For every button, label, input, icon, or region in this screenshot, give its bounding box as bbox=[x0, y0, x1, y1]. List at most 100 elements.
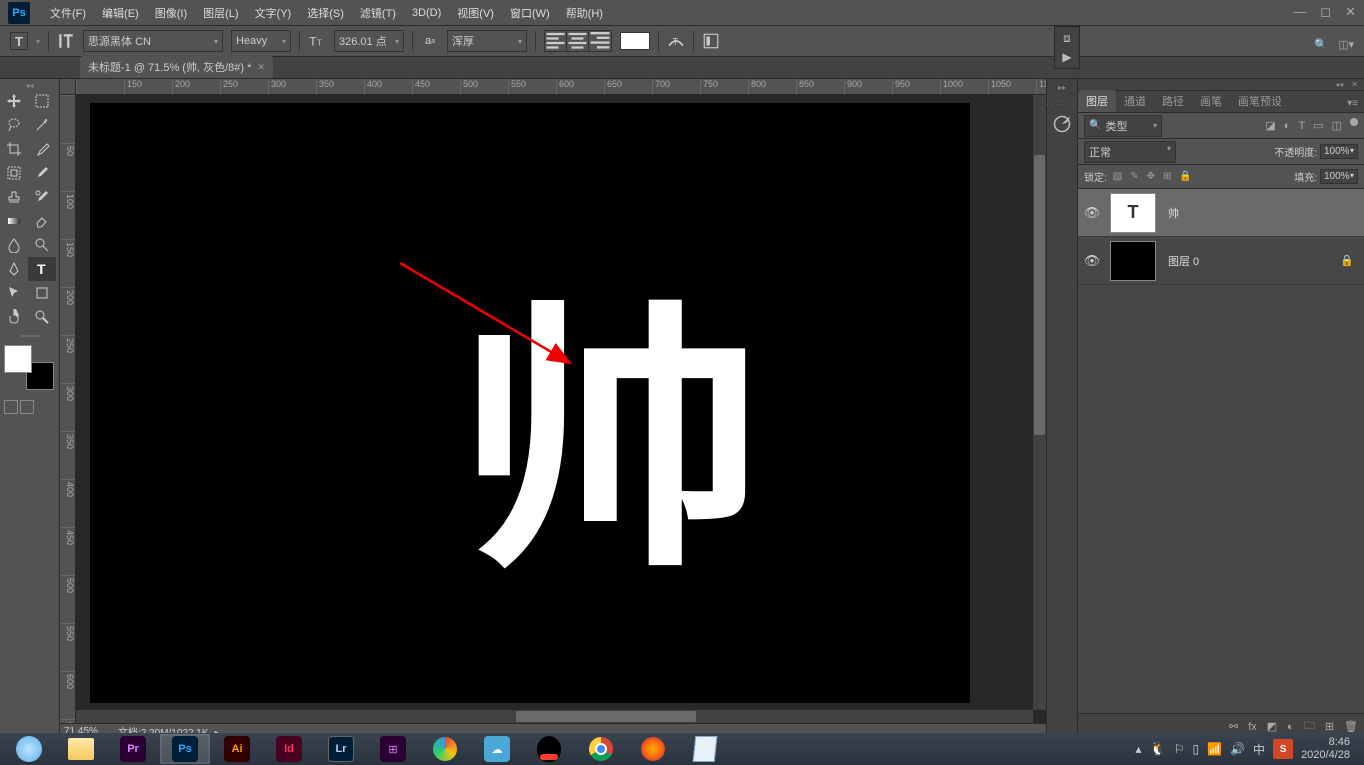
taskbar-chrome-icon[interactable] bbox=[576, 734, 626, 764]
blur-tool[interactable] bbox=[0, 233, 28, 257]
history-icon[interactable]: ⧈ bbox=[1059, 30, 1075, 46]
filter-pixel-icon[interactable]: ◪ bbox=[1265, 119, 1275, 132]
filter-smart-icon[interactable]: ◫ bbox=[1332, 119, 1342, 132]
tab-layers[interactable]: 图层 bbox=[1078, 90, 1116, 112]
delete-layer-icon[interactable]: 🗑 bbox=[1344, 720, 1358, 733]
taskbar-indesign-icon[interactable]: Id bbox=[264, 734, 314, 764]
search-icon[interactable]: 🔍 bbox=[1314, 38, 1328, 51]
menu-layer[interactable]: 图层(L) bbox=[197, 2, 244, 24]
move-tool[interactable] bbox=[0, 89, 28, 113]
tool-preset-icon[interactable]: T bbox=[10, 32, 28, 50]
text-orientation-icon[interactable] bbox=[57, 32, 75, 50]
layer-mask-icon[interactable]: ◩ bbox=[1267, 720, 1277, 733]
horizontal-ruler[interactable]: 1502002503003504004505005506006507007508… bbox=[76, 79, 1046, 95]
tab-channels[interactable]: 通道 bbox=[1116, 90, 1154, 112]
tab-brushes[interactable]: 画笔 bbox=[1192, 90, 1230, 112]
align-right-button[interactable] bbox=[589, 31, 611, 51]
menu-view[interactable]: 视图(V) bbox=[451, 2, 500, 24]
tray-sogou-icon[interactable]: S bbox=[1273, 739, 1293, 759]
menu-filter[interactable]: 滤镜(T) bbox=[354, 2, 402, 24]
layer-thumbnail[interactable]: T bbox=[1110, 193, 1156, 233]
layer-filter-type[interactable]: 🔍类型▾ bbox=[1084, 115, 1162, 137]
frame-tool[interactable] bbox=[0, 161, 28, 185]
layer-lock-icon[interactable]: 🔒 bbox=[1340, 254, 1364, 267]
stamp-tool[interactable] bbox=[0, 185, 28, 209]
quick-mask-icon[interactable] bbox=[4, 400, 18, 414]
menu-edit[interactable]: 编辑(E) bbox=[96, 2, 145, 24]
taskbar-browser-icon[interactable] bbox=[4, 734, 54, 764]
text-color-swatch[interactable] bbox=[620, 32, 650, 50]
lock-position-icon[interactable]: ✥ bbox=[1147, 171, 1155, 182]
font-size-select[interactable]: 326.01 点▾ bbox=[334, 30, 404, 52]
marquee-tool[interactable] bbox=[28, 89, 56, 113]
taskbar-explorer-icon[interactable] bbox=[56, 734, 106, 764]
type-tool[interactable]: T bbox=[28, 257, 56, 281]
layer-thumbnail[interactable] bbox=[1110, 241, 1156, 281]
dodge-tool[interactable] bbox=[28, 233, 56, 257]
taskbar-app-2-icon[interactable]: ☁ bbox=[472, 734, 522, 764]
layer-name[interactable]: 图层 0 bbox=[1160, 253, 1340, 269]
play-icon[interactable]: ▶ bbox=[1059, 49, 1075, 65]
tray-ime-icon[interactable]: 中 bbox=[1253, 741, 1265, 758]
tab-close-button[interactable]: ✕ bbox=[257, 62, 265, 73]
opacity-value[interactable]: 100%▾ bbox=[1320, 144, 1358, 159]
color-swatches[interactable] bbox=[4, 345, 54, 390]
layer-item[interactable]: 👁 图层 0 🔒 bbox=[1078, 237, 1364, 285]
layer-visibility-icon[interactable]: 👁 bbox=[1078, 205, 1106, 221]
tray-volume-icon[interactable]: 🔊 bbox=[1230, 742, 1245, 756]
path-select-tool[interactable] bbox=[0, 281, 28, 305]
new-layer-icon[interactable]: ⊞ bbox=[1325, 720, 1334, 733]
menu-file[interactable]: 文件(F) bbox=[44, 2, 92, 24]
brush-tool[interactable] bbox=[28, 161, 56, 185]
taskbar-photoshop-icon[interactable]: Ps bbox=[160, 734, 210, 764]
screen-mode-icon[interactable] bbox=[20, 400, 34, 414]
canvas[interactable]: 帅 bbox=[90, 103, 970, 703]
menu-3d[interactable]: 3D(D) bbox=[406, 4, 447, 22]
tray-up-icon[interactable]: ▴ bbox=[1136, 742, 1142, 756]
magic-wand-tool[interactable] bbox=[28, 113, 56, 137]
layer-name[interactable]: 帅 bbox=[1160, 205, 1364, 221]
blend-mode-select[interactable]: 正常▾ bbox=[1084, 141, 1176, 163]
menu-image[interactable]: 图像(I) bbox=[149, 2, 193, 24]
taskbar-media-encoder-icon[interactable]: ⊞ bbox=[368, 734, 418, 764]
text-layer-content[interactable]: 帅 bbox=[457, 303, 743, 583]
menu-window[interactable]: 窗口(W) bbox=[504, 2, 556, 24]
document-tab[interactable]: 未标题-1 @ 71.5% (帅, 灰色/8#) * ✕ bbox=[80, 56, 273, 78]
lasso-tool[interactable] bbox=[0, 113, 28, 137]
menu-help[interactable]: 帮助(H) bbox=[560, 2, 609, 24]
taskbar-premiere-icon[interactable]: Pr bbox=[108, 734, 158, 764]
filter-adjustment-icon[interactable]: ◐ bbox=[1284, 120, 1291, 132]
layer-fx-icon[interactable]: fx bbox=[1248, 721, 1257, 733]
character-panel-icon[interactable] bbox=[702, 32, 720, 50]
tray-network-icon[interactable]: 📶 bbox=[1207, 742, 1222, 756]
horizontal-scrollbar[interactable] bbox=[76, 710, 1033, 723]
taskbar-illustrator-icon[interactable]: Ai bbox=[212, 734, 262, 764]
eraser-tool[interactable] bbox=[28, 209, 56, 233]
foreground-color[interactable] bbox=[4, 345, 32, 373]
tab-brush-presets[interactable]: 画笔预设 bbox=[1230, 90, 1290, 112]
adjustments-icon[interactable] bbox=[1050, 112, 1074, 136]
layer-item[interactable]: 👁 T 帅 bbox=[1078, 189, 1364, 237]
tray-qq-icon[interactable]: 🐧 bbox=[1150, 741, 1166, 757]
shape-tool[interactable] bbox=[28, 281, 56, 305]
tray-clock[interactable]: 8:46 2020/4/28 bbox=[1301, 736, 1350, 762]
lock-all-icon[interactable]: 🔒 bbox=[1179, 171, 1191, 182]
align-center-button[interactable] bbox=[567, 31, 589, 51]
fill-value[interactable]: 100%▾ bbox=[1320, 169, 1358, 184]
gradient-tool[interactable] bbox=[0, 209, 28, 233]
filter-toggle[interactable] bbox=[1350, 118, 1358, 126]
filter-type-icon[interactable]: T bbox=[1298, 120, 1305, 132]
layer-visibility-icon[interactable]: 👁 bbox=[1078, 253, 1106, 269]
menu-type[interactable]: 文字(Y) bbox=[249, 2, 298, 24]
new-fill-icon[interactable]: ◐ bbox=[1287, 721, 1294, 733]
tab-paths[interactable]: 路径 bbox=[1154, 90, 1192, 112]
taskbar-notepad-icon[interactable] bbox=[680, 734, 730, 764]
warp-text-icon[interactable]: T bbox=[667, 32, 685, 50]
history-brush-tool[interactable] bbox=[28, 185, 56, 209]
tray-flag-icon[interactable]: ⚐ bbox=[1174, 742, 1185, 756]
vertical-ruler[interactable]: 5010015020025030035040045050055060065070… bbox=[60, 95, 76, 723]
panel-menu-icon[interactable]: ▾≡ bbox=[1341, 95, 1364, 112]
link-layers-icon[interactable]: ⚯ bbox=[1229, 720, 1238, 733]
close-button[interactable]: ✕ bbox=[1345, 4, 1356, 20]
taskbar-qq-icon[interactable] bbox=[524, 734, 574, 764]
